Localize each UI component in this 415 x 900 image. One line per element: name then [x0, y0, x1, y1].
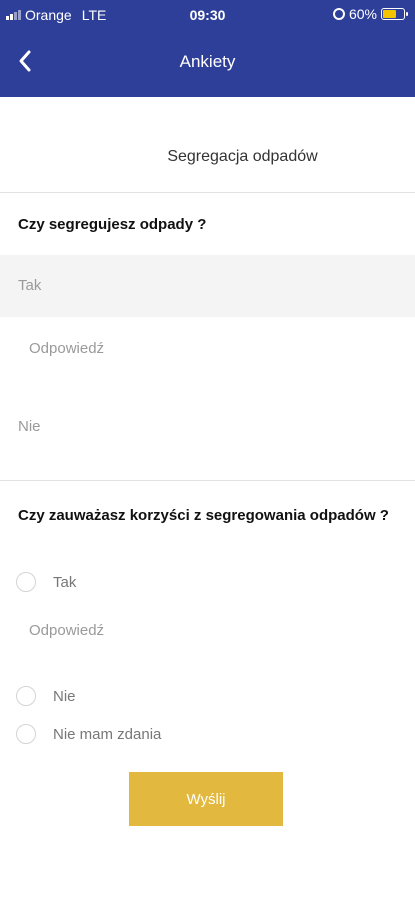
q1-answer-input[interactable]: [29, 340, 369, 357]
alarm-icon: [332, 8, 345, 20]
question-1: Czy segregujesz odpady ?: [18, 216, 207, 233]
divider: [0, 480, 415, 481]
q1-option-nie[interactable]: Nie: [0, 396, 415, 458]
q1-option-label: Tak: [18, 277, 42, 294]
nav-bar: Ankiety: [0, 30, 415, 97]
q2-option-nie-mam-zdania[interactable]: Nie mam zdania: [16, 721, 161, 747]
q2-option-tak[interactable]: Tak: [16, 569, 76, 595]
battery-icon: [381, 8, 408, 20]
q2-option-label: Tak: [53, 573, 77, 591]
divider: [0, 192, 415, 193]
radio-button[interactable]: [16, 724, 36, 744]
q2-answer-input[interactable]: [29, 622, 369, 639]
question-2: Czy zauważasz korzyści z segregowania od…: [18, 507, 389, 524]
battery-percent: 60%: [348, 6, 377, 22]
app-header: Orange LTE 09:30 60% Ankiety: [0, 0, 415, 97]
q2-option-label: Nie mam zdania: [53, 725, 162, 743]
radio-button[interactable]: [16, 686, 36, 706]
q2-option-nie[interactable]: Nie: [16, 683, 76, 709]
q1-option-tak[interactable]: Tak: [0, 255, 415, 317]
page-title: Ankiety: [179, 52, 236, 71]
radio-button[interactable]: [16, 572, 36, 592]
status-right: 60%: [332, 6, 408, 22]
survey-title: Segregacja odpadów: [167, 148, 318, 165]
q2-option-label: Nie: [53, 687, 76, 705]
status-bar: Orange LTE 09:30 60%: [0, 0, 415, 30]
q1-option-label: Nie: [18, 418, 41, 435]
submit-button[interactable]: Wyślij: [129, 772, 283, 826]
